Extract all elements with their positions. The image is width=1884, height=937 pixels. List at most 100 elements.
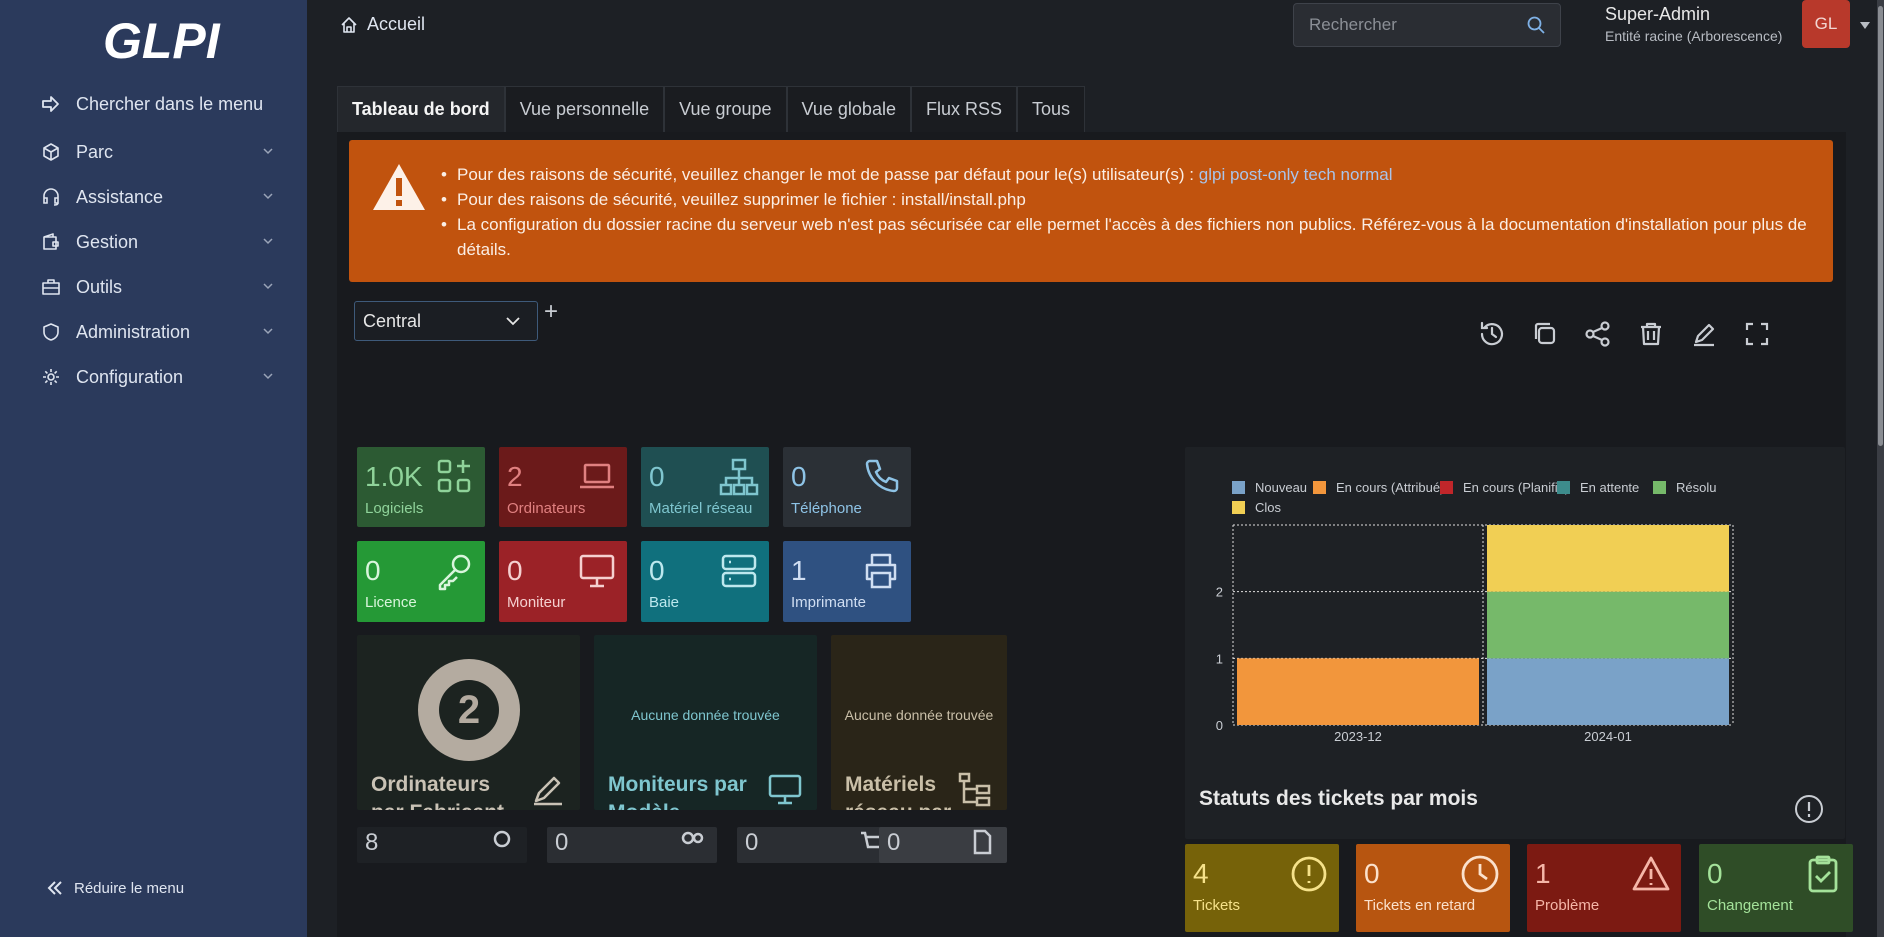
sidebar-item-label: Parc: [76, 141, 114, 162]
warning-triangle-icon: [373, 164, 425, 210]
sidebar-item-label: Chercher dans le menu: [76, 93, 264, 114]
bar-segment: [1487, 658, 1729, 725]
legend-swatch: [1313, 481, 1326, 494]
search-icon[interactable]: [1526, 15, 1546, 35]
sidebar-item-outils[interactable]: Outils: [0, 267, 307, 307]
collapse-menu-button[interactable]: Réduire le menu: [44, 877, 184, 899]
scrollbar-thumb[interactable]: [1878, 6, 1883, 446]
legend-label: En attente: [1580, 480, 1639, 495]
card-ordinateurs-par-fabricant[interactable]: 2 Ordinateurs par Fabricant: [357, 635, 580, 810]
pin-icon: [493, 830, 511, 848]
laptop-icon: [580, 463, 614, 489]
chart-tickets-par-mois[interactable]: Nouveau En cours (Attribué) En cours (Plan…: [1185, 447, 1845, 839]
chevron-down-icon: [263, 373, 273, 380]
card-partial[interactable]: 0: [547, 827, 717, 863]
no-data-text: Aucune donnée trouvée: [844, 707, 994, 723]
sidebar-item-search-menu[interactable]: Chercher dans le menu: [0, 84, 307, 124]
legend-swatch: [1440, 481, 1453, 494]
warning-triangle-icon: [1632, 856, 1670, 891]
card-ordinateurs[interactable]: 2 Ordinateurs: [499, 447, 627, 527]
tab-tous[interactable]: Tous: [1017, 86, 1086, 132]
sidebar-item-parc[interactable]: Parc: [0, 132, 307, 172]
key-icon: [438, 554, 471, 591]
card-partial[interactable]: 0: [737, 827, 897, 863]
card-logiciels[interactable]: 1.0K Logiciels: [357, 447, 485, 527]
card-materiel-reseau[interactable]: 0 Matériel réseau: [641, 447, 769, 527]
add-dashboard-button[interactable]: +: [544, 298, 558, 326]
clipboard-check-icon: [1808, 855, 1838, 893]
bar-segment: [1487, 591, 1729, 659]
sidebar-item-label: Configuration: [76, 366, 184, 387]
card-licence[interactable]: 0 Licence: [357, 541, 485, 622]
card-changement[interactable]: 0 Changement: [1699, 844, 1853, 932]
edit-icon[interactable]: [1688, 318, 1720, 350]
search-input[interactable]: [1294, 4, 1514, 46]
tab-vue-groupe[interactable]: Vue groupe: [664, 86, 787, 132]
arrow-right-to-bracket-icon: [40, 93, 62, 115]
search-box: [1293, 3, 1561, 47]
sidebar-item-administration[interactable]: Administration: [0, 312, 307, 352]
card-partial[interactable]: 0: [879, 827, 1007, 863]
caret-down-icon[interactable]: [1860, 22, 1870, 30]
breadcrumb-home[interactable]: Accueil: [367, 14, 425, 35]
chevron-down-icon: [263, 193, 273, 200]
sidebar-item-label: Outils: [76, 276, 123, 297]
main-area: Tableau de bord Vue personnelle Vue grou…: [307, 58, 1877, 937]
dashboard-select[interactable]: Central: [354, 301, 538, 341]
sidebar-item-configuration[interactable]: Configuration: [0, 357, 307, 397]
trash-icon[interactable]: [1635, 318, 1667, 350]
card-baie[interactable]: 0 Baie: [641, 541, 769, 622]
legend-swatch: [1232, 501, 1245, 514]
fullscreen-icon[interactable]: [1741, 318, 1773, 350]
legend-swatch: [1653, 481, 1666, 494]
bigcard-title: Moniteurs par Modèle: [608, 773, 747, 810]
avatar[interactable]: GL: [1802, 0, 1850, 48]
dashboard-select-value: Central: [363, 311, 422, 331]
network-icon: [719, 458, 759, 496]
wallet-icon: [40, 231, 62, 253]
donut-value: 2: [458, 688, 480, 732]
tab-vue-personnelle[interactable]: Vue personnelle: [504, 86, 665, 132]
y-tick-label: 0: [1216, 718, 1223, 733]
card-imprimante[interactable]: 1 Imprimante: [783, 541, 911, 622]
glpi-logo[interactable]: GLPI: [95, 10, 225, 70]
alert-item: Pour des raisons de sécurité, veuillez c…: [441, 162, 1817, 187]
sidebar-item-gestion[interactable]: Gestion: [0, 222, 307, 262]
copy-icon[interactable]: [1529, 318, 1561, 350]
alert-item: La configuration du dossier racine du se…: [441, 212, 1817, 262]
tab-flux-rss[interactable]: Flux RSS: [910, 86, 1017, 132]
bigcard-title: Matériels réseau par: [845, 773, 951, 810]
alert-users-link[interactable]: glpi post-only tech normal: [1199, 165, 1393, 184]
sitemap-icon: [958, 772, 991, 807]
card-probleme[interactable]: 1 Problème: [1527, 844, 1681, 932]
card-partial[interactable]: 8: [357, 827, 527, 863]
alert-item: Pour des raisons de sécurité, veuillez s…: [441, 187, 1817, 212]
card-tickets-en-retard[interactable]: 0 Tickets en retard: [1356, 844, 1510, 932]
card-telephone[interactable]: 0 Téléphone: [783, 447, 911, 527]
alert-circle-icon: [1291, 856, 1327, 892]
server-icon: [721, 554, 757, 588]
tab-tableau-de-bord[interactable]: Tableau de bord: [337, 86, 505, 132]
top-bar: Accueil Super-Admin Entité racine (Arbor…: [307, 0, 1877, 58]
breadcrumb[interactable]: Accueil: [339, 14, 425, 35]
legend-label: Résolu: [1676, 480, 1716, 495]
y-tick-label: 1: [1216, 651, 1223, 666]
bar-segment: [1237, 658, 1479, 725]
tab-vue-globale[interactable]: Vue globale: [786, 86, 911, 132]
card-materiels-reseau[interactable]: Aucune donnée trouvée Matériels réseau p…: [831, 635, 1007, 810]
sidebar-item-assistance[interactable]: Assistance: [0, 177, 307, 217]
clock-icon: [1461, 855, 1499, 893]
bigcard-title: Ordinateurs par Fabricant: [371, 773, 504, 810]
chart-title: Statuts des tickets par mois: [1199, 787, 1478, 810]
card-moniteur[interactable]: 0 Moniteur: [499, 541, 627, 622]
gear-icon: [40, 366, 62, 388]
legend-swatch: [1557, 481, 1570, 494]
card-moniteurs-par-modele[interactable]: Aucune donnée trouvée Moniteurs par Modè…: [594, 635, 817, 810]
users-icon: [681, 831, 704, 845]
apps-plus-icon: [437, 459, 471, 493]
legend-swatch: [1232, 481, 1245, 494]
share-icon[interactable]: [1582, 318, 1614, 350]
history-icon[interactable]: [1476, 318, 1508, 350]
user-menu[interactable]: Super-Admin Entité racine (Arborescence): [1605, 4, 1782, 44]
card-tickets[interactable]: 4 Tickets: [1185, 844, 1339, 932]
